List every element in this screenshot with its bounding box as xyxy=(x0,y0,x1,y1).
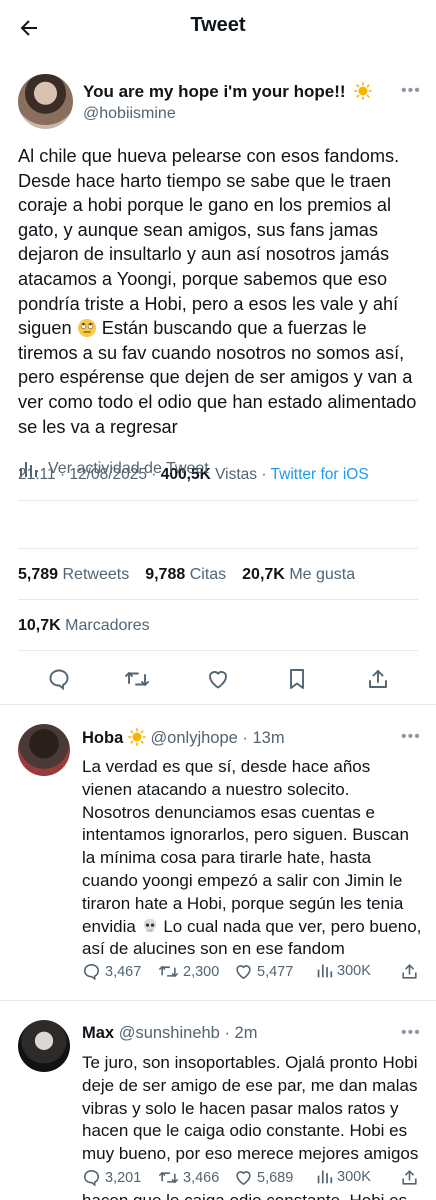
engagement-stats: 5,789 Retweets 9,788 Citas 20,7K Me gusta xyxy=(18,566,355,584)
divider xyxy=(18,548,418,549)
divider xyxy=(18,599,418,600)
reply-text: La verdad es que sí, desde hace años vie… xyxy=(82,757,422,959)
retweet-icon xyxy=(159,1171,178,1184)
reply-author-name[interactable]: Hoba xyxy=(82,729,123,747)
retweet-count-button[interactable]: 3,466 xyxy=(158,1168,219,1187)
reply-author-handle[interactable]: @sunshinehb xyxy=(119,1024,220,1042)
tweet-action-bar xyxy=(0,665,436,697)
reply-tweet[interactable]: Hoba @onlyjhope · 13m ••• La verdad es q… xyxy=(0,704,436,1000)
like-count-button[interactable]: 5,689 xyxy=(234,1168,293,1187)
reply-author-name[interactable]: Max xyxy=(82,1024,114,1042)
reply-icon[interactable] xyxy=(45,665,73,693)
author-handle[interactable]: @hobiismine xyxy=(83,105,176,123)
speech-bubble-icon xyxy=(83,963,100,981)
author-avatar[interactable] xyxy=(18,74,73,129)
bookmarks-stat[interactable]: 10,7K Marcadores xyxy=(18,617,150,635)
bar-chart-icon xyxy=(317,964,333,978)
views-count-button[interactable]: 300K xyxy=(316,1168,371,1185)
reply-header: Hoba @onlyjhope · 13m xyxy=(82,728,285,747)
reply-author-handle[interactable]: @onlyjhope xyxy=(150,729,237,747)
source-link[interactable]: Twitter for iOS xyxy=(271,466,369,483)
views-count-button[interactable]: 300K xyxy=(316,962,371,979)
divider xyxy=(18,650,418,651)
like-icon[interactable] xyxy=(204,665,232,693)
share-icon[interactable] xyxy=(400,1168,423,1187)
retweet-icon[interactable] xyxy=(123,665,151,693)
more-options-icon[interactable]: ••• xyxy=(401,82,421,100)
share-icon[interactable] xyxy=(364,665,392,693)
heart-icon xyxy=(236,965,251,980)
retweet-icon xyxy=(159,965,178,978)
sun-emoji-icon xyxy=(127,728,146,746)
page-title: Tweet xyxy=(190,14,246,36)
reply-action-bar: 3,467 2,300 5,477 300K xyxy=(82,962,422,984)
reply-action-bar: 3,201 3,466 5,689 300K xyxy=(82,1168,422,1190)
reply-count-button[interactable]: 3,201 xyxy=(82,1168,141,1187)
quotes-stat[interactable]: 9,788 Citas xyxy=(145,566,226,583)
eye-roll-emoji-icon xyxy=(77,319,96,338)
sun-emoji-icon xyxy=(354,82,373,100)
cut-off-text: hacen que le caiga odio constante. Hobi … xyxy=(82,1190,422,1200)
more-options-icon[interactable]: ••• xyxy=(401,1024,421,1042)
retweet-count-button[interactable]: 2,300 xyxy=(158,962,219,981)
reply-time: 2m xyxy=(234,1024,258,1042)
activity-label: Ver actividad de Tweet xyxy=(48,460,209,477)
like-count-button[interactable]: 5,477 xyxy=(234,962,293,981)
more-options-icon[interactable]: ••• xyxy=(401,728,421,746)
author-name[interactable]: You are my hope i'm your hope!! xyxy=(83,82,373,102)
bar-chart-icon xyxy=(20,462,37,477)
reply-avatar[interactable] xyxy=(18,1020,70,1072)
tweet-text: Al chile que hueva pelearse con esos fan… xyxy=(18,146,417,437)
views-label: Vistas xyxy=(215,466,258,483)
skull-emoji-icon xyxy=(143,918,156,932)
tweet-activity-link[interactable]: Ver actividad de Tweet xyxy=(18,456,209,482)
share-icon[interactable] xyxy=(400,962,423,981)
reply-text: Te juro, son insoportables. Ojalá pronto… xyxy=(82,1053,419,1164)
likes-stat[interactable]: 20,7K Me gusta xyxy=(242,566,355,583)
reply-count-button[interactable]: 3,467 xyxy=(82,962,141,981)
reply-header: Max @sunshinehb · 2m xyxy=(82,1024,258,1042)
top-bar: Tweet xyxy=(0,0,436,56)
divider xyxy=(18,500,418,501)
bar-chart-icon xyxy=(317,1170,333,1184)
bookmark-icon[interactable] xyxy=(283,665,311,693)
speech-bubble-icon xyxy=(83,1169,100,1187)
reply-avatar[interactable] xyxy=(18,724,70,776)
reply-time: 13m xyxy=(252,729,285,747)
reply-tweet[interactable]: Max @sunshinehb · 2m ••• Te juro, son in… xyxy=(0,1000,436,1200)
retweets-stat[interactable]: 5,789 Retweets xyxy=(18,566,129,583)
heart-icon xyxy=(236,1171,251,1186)
